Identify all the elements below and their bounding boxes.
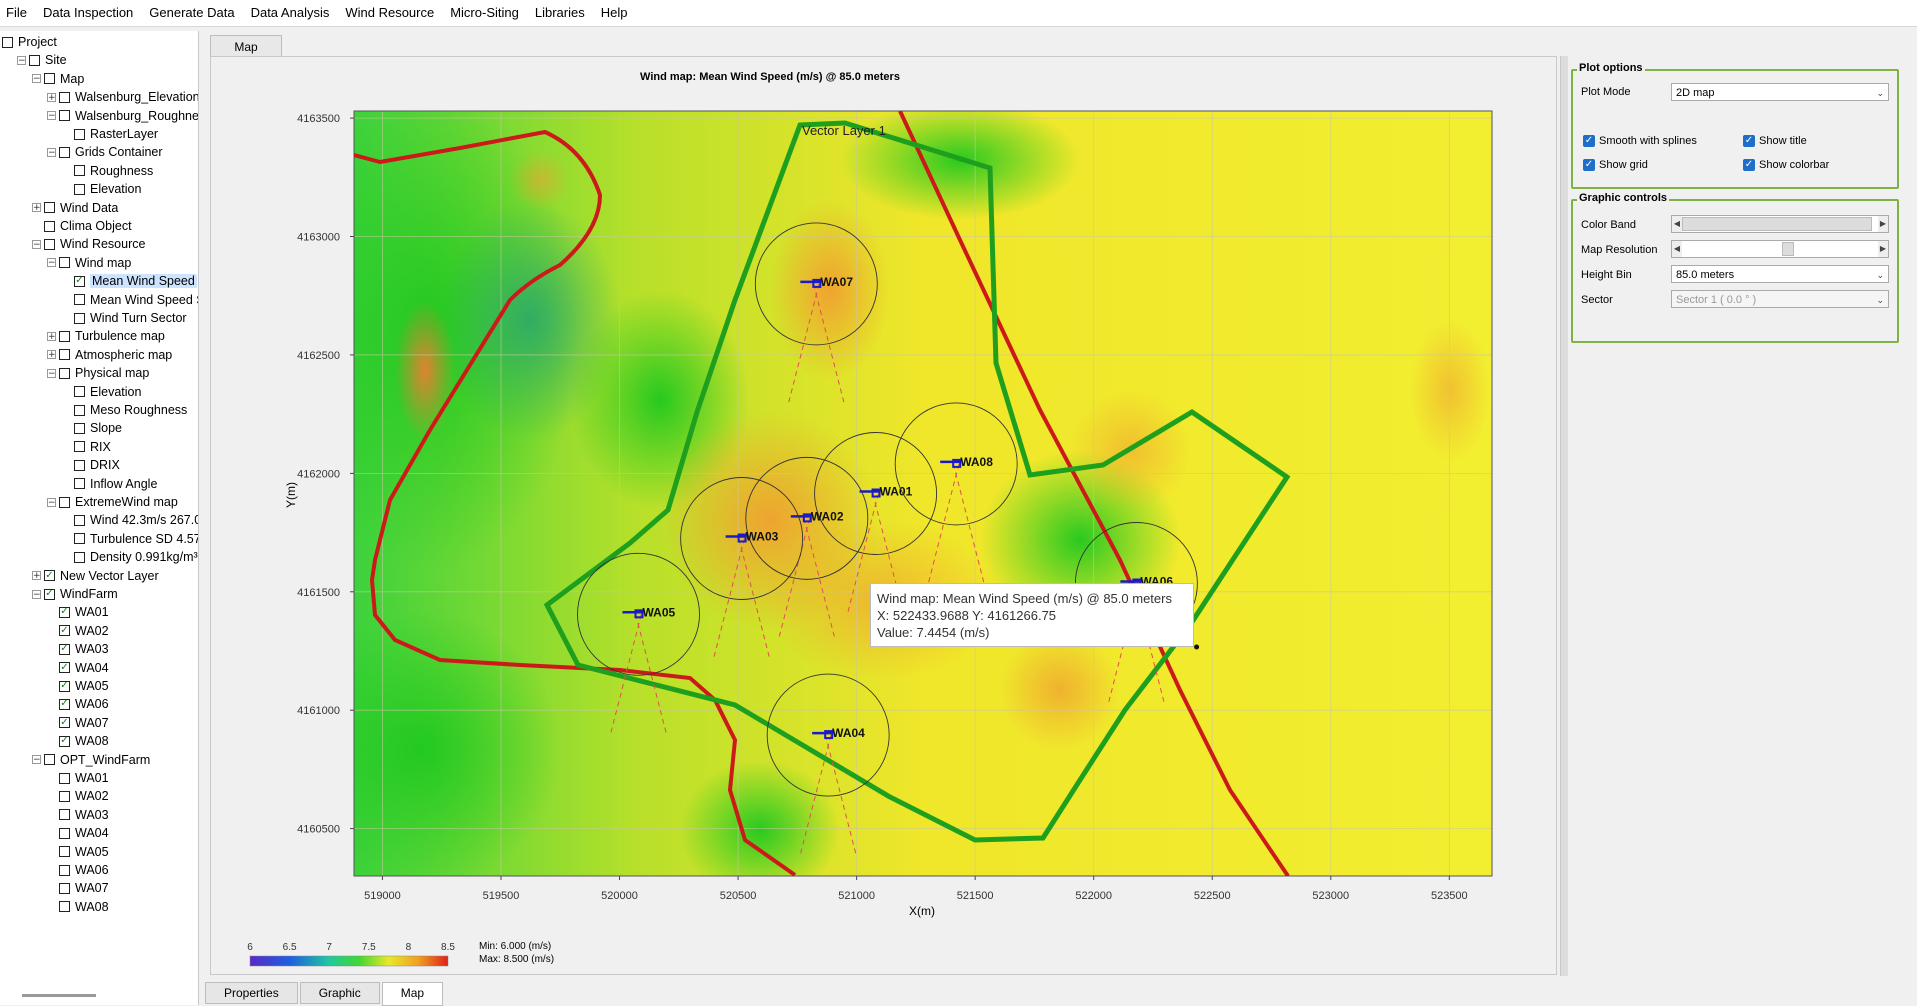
turbine-label: WA07	[820, 275, 853, 289]
tab-properties[interactable]: Properties	[205, 982, 298, 1004]
plot-mode-label: Plot Mode	[1581, 86, 1631, 98]
turbine-label: WA02	[811, 509, 844, 523]
probe-point	[1194, 644, 1200, 650]
tooltip-title: Wind map: Mean Wind Speed (m/s) @ 85.0 m…	[877, 591, 1172, 606]
show-grid-checkbox[interactable]: ✓ Show grid	[1583, 159, 1648, 171]
turbine-label: WA05	[643, 605, 676, 619]
plot-options-title: Plot options	[1577, 62, 1645, 74]
y-tick-label: 4161000	[297, 705, 340, 717]
colorbar-max: Max: 8.500 (m/s)	[479, 954, 554, 965]
vector-layer-label: Vector Layer 1	[802, 123, 886, 138]
show-title-checkbox[interactable]: ✓ Show title	[1743, 135, 1807, 147]
colorbar-min: Min: 6.000 (m/s)	[479, 941, 551, 952]
check-icon: ✓	[1743, 135, 1755, 147]
graphic-controls-title: Graphic controls	[1577, 192, 1670, 204]
tab-map[interactable]: Map	[381, 982, 444, 1006]
turbine-label: WA08	[960, 455, 993, 469]
height-bin-value: 85.0 meters	[1676, 269, 1735, 281]
chevron-down-icon: ⌄	[1876, 270, 1884, 280]
color-band-label: Color Band	[1581, 219, 1637, 231]
x-tick-label: 520000	[601, 890, 638, 902]
show-colorbar-label: Show colorbar	[1759, 159, 1830, 171]
y-tick-label: 4160500	[297, 824, 340, 836]
color-band-slider[interactable]: ◀ ▶	[1671, 215, 1889, 233]
x-tick-label: 522000	[1075, 890, 1112, 902]
height-bin-select[interactable]: 85.0 meters ⌄	[1671, 265, 1889, 283]
tooltip-coordinates: X: 522433.9688 Y: 4161266.75	[877, 608, 1057, 623]
arrow-left-icon[interactable]: ◀	[1672, 216, 1682, 232]
turbine-label: WA04	[832, 726, 865, 740]
chevron-down-icon: ⌄	[1876, 88, 1884, 98]
plot-options-group: Plot options Plot Mode 2D map ⌄ ✓ Smooth …	[1571, 62, 1899, 189]
x-tick-label: 519500	[483, 890, 520, 902]
colorbar	[249, 955, 449, 967]
check-icon: ✓	[1583, 135, 1595, 147]
arrow-right-icon[interactable]: ▶	[1878, 241, 1888, 257]
chevron-down-icon: ⌄	[1876, 295, 1884, 305]
options-pane: Plot options Plot Mode 2D map ⌄ ✓ Smooth …	[1568, 56, 1917, 976]
colorbar-tick-label: 7.5	[362, 942, 376, 953]
colorbar-ticks: 6 6.5 7 7.5 8 8.5	[247, 942, 455, 953]
x-tick-label: 519000	[364, 890, 401, 902]
map-resolution-label: Map Resolution	[1581, 244, 1658, 256]
x-tick-label: 520500	[720, 890, 757, 902]
smooth-splines-label: Smooth with splines	[1599, 135, 1697, 147]
y-tick-label: 4161500	[297, 587, 340, 599]
plot-title: Wind map: Mean Wind Speed (m/s) @ 85.0 m…	[640, 71, 900, 83]
colorbar-tick-label: 7	[326, 942, 332, 953]
turbine-label: WA03	[746, 530, 779, 544]
sector-value: Sector 1 ( 0.0 ° )	[1676, 294, 1757, 306]
tab-graphic[interactable]: Graphic	[299, 982, 380, 1004]
colorbar-tick-label: 8	[406, 942, 412, 953]
y-tick-label: 4163000	[297, 232, 340, 244]
y-tick-label: 4162500	[297, 350, 340, 362]
smooth-splines-checkbox[interactable]: ✓ Smooth with splines	[1583, 135, 1697, 147]
x-axis-label: X(m)	[909, 904, 935, 918]
check-icon: ✓	[1743, 159, 1755, 171]
show-title-label: Show title	[1759, 135, 1807, 147]
tooltip-value: Value: 7.4454 (m/s)	[877, 625, 990, 640]
color-band-thumb[interactable]	[1682, 217, 1872, 231]
show-colorbar-checkbox[interactable]: ✓ Show colorbar	[1743, 159, 1829, 171]
check-icon: ✓	[1583, 159, 1595, 171]
x-tick-label: 521000	[838, 890, 875, 902]
colorbar-tick-label: 6.5	[283, 942, 297, 953]
plot-mode-select[interactable]: 2D map ⌄	[1671, 83, 1889, 101]
show-grid-label: Show grid	[1599, 159, 1648, 171]
plot-mode-value: 2D map	[1676, 87, 1715, 99]
turbine-label: WA01	[880, 485, 913, 499]
height-bin-label: Height Bin	[1581, 269, 1632, 281]
sector-label: Sector	[1581, 294, 1613, 306]
arrow-right-icon[interactable]: ▶	[1878, 216, 1888, 232]
x-tick-label: 522500	[1194, 890, 1231, 902]
colorbar-tick-label: 6	[247, 942, 253, 953]
y-axis-label: Y(m)	[284, 482, 298, 508]
arrow-left-icon[interactable]: ◀	[1672, 241, 1682, 257]
x-tick-label: 523500	[1431, 890, 1468, 902]
x-tick-label: 523000	[1312, 890, 1349, 902]
map-resolution-thumb[interactable]	[1782, 242, 1794, 256]
y-tick-label: 4162000	[297, 468, 340, 480]
value-tooltip: Wind map: Mean Wind Speed (m/s) @ 85.0 m…	[870, 583, 1194, 647]
x-tick-label: 521500	[957, 890, 994, 902]
colorbar-tick-label: 8.5	[441, 942, 455, 953]
bottom-tab-strip: Properties Graphic Map	[205, 982, 445, 1006]
sector-select[interactable]: Sector 1 ( 0.0 ° ) ⌄	[1671, 290, 1889, 308]
y-tick-label: 4163500	[297, 113, 340, 125]
graphic-controls-group: Graphic controls Color Band ◀ ▶ Map Reso…	[1571, 192, 1899, 343]
map-resolution-slider[interactable]: ◀ ▶	[1671, 240, 1889, 258]
